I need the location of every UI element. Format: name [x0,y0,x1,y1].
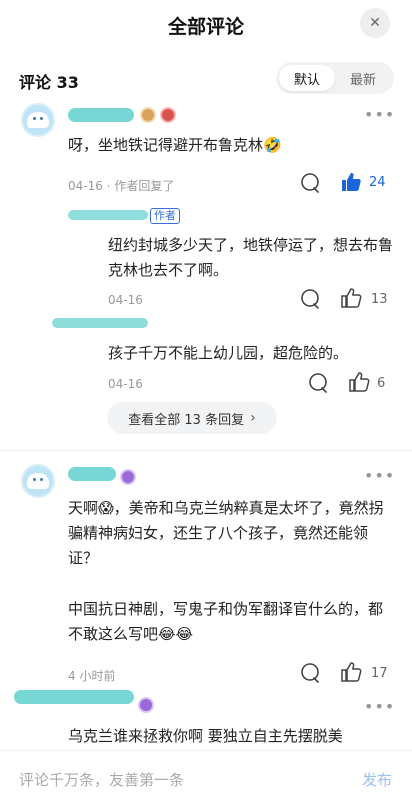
medal-badge-icon [160,107,176,123]
like-count: 13 [371,292,388,307]
username-redacted[interactable] [68,108,134,122]
view-all-replies-button[interactable]: 查看全部 13 条回复 › [107,402,277,434]
comment-input-bar: 评论千万条，友善第一条 发布 [0,750,412,800]
close-button[interactable]: ✕ [360,8,390,38]
like-count: 17 [371,666,388,681]
sort-toggle: 默认 最新 [276,62,394,94]
avatar-face [27,112,49,128]
level-badge-icon [138,697,154,713]
comment-input[interactable]: 评论千万条，友善第一条 [19,769,184,790]
comment-date: 04-16 · 作者回复了 [68,179,175,193]
reply-icon[interactable] [307,372,329,394]
sort-latest-button[interactable]: 最新 [335,65,391,91]
comment-text: 天啊😱，美帝和乌克兰纳粹真是太坏了，竟然拐骗精神病妇女，还生了八个孩子，竟然还能… [68,499,384,567]
reply-text: 纽约封城多少天了，地铁停运了，想去布鲁克林也去不了啊。 [108,236,394,279]
comment-text: 乌克兰谁来拯救你啊 要独立自主先摆脱美 [68,727,343,745]
username-redacted[interactable] [68,210,148,220]
reply-icon[interactable] [299,288,321,310]
like-icon[interactable] [340,287,362,309]
like-icon[interactable] [348,371,370,393]
comment-text: 呀，坐地铁记得避开布鲁克林🤣 [68,136,282,154]
like-count: 24 [369,175,386,190]
reply-icon[interactable] [299,172,321,194]
like-count: 6 [377,376,386,391]
username-redacted[interactable] [68,467,116,481]
comment-date: 4 小时前 [68,669,116,683]
username-redacted[interactable] [14,690,134,704]
reply-date: 04-16 [108,377,143,391]
sort-default-button[interactable]: 默认 [279,65,335,91]
author-tag: 作者 [150,208,180,224]
more-options-icon[interactable]: ••• [364,697,395,716]
page-title: 全部评论 [167,16,244,38]
chevron-right-icon: › [250,410,256,426]
level-badge-icon [140,107,156,123]
reply-icon[interactable] [299,662,321,684]
more-options-icon[interactable]: ••• [364,466,395,485]
more-options-icon[interactable]: ••• [364,105,395,124]
divider [0,450,412,451]
avatar-face [27,473,49,489]
avatar[interactable] [21,464,55,498]
username-redacted[interactable] [52,318,148,328]
comment-text-paragraph-2: 中国抗日神剧，写鬼子和伪军翻译官什么的，都不敢这么写吧😂😂 [68,600,384,643]
reply-date: 04-16 [108,293,143,307]
publish-button[interactable]: 发布 [362,769,392,790]
like-icon[interactable] [340,661,362,683]
view-all-label: 查看全部 13 条回复 [128,412,245,428]
level-badge-icon [120,469,136,485]
comment-count: 评论 33 [19,73,79,92]
like-filled-icon[interactable] [340,171,362,193]
close-icon: ✕ [369,15,381,31]
reply-text: 孩子千万不能上幼儿园，超危险的。 [108,344,349,362]
avatar[interactable] [21,103,55,137]
